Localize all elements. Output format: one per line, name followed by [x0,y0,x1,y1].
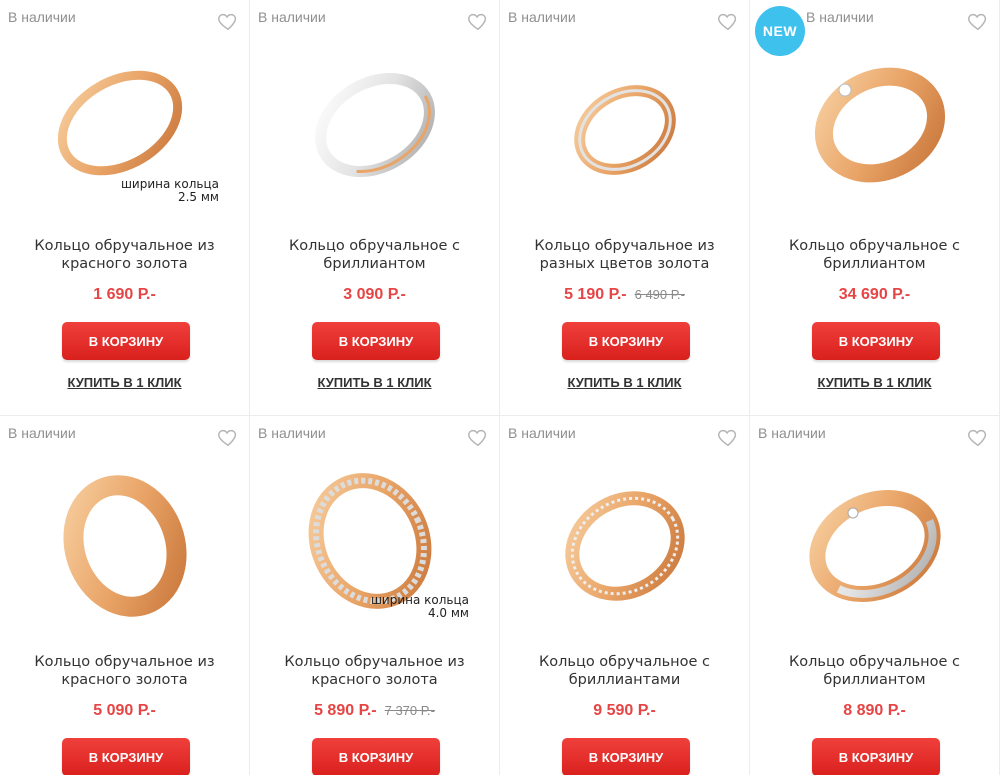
price-row: 5 890 Р.- 7 370 Р.- [250,702,499,720]
heart-icon[interactable] [717,10,739,32]
product-title-line[interactable]: Кольцо обручальное с [260,237,489,255]
price: 3 090 Р.- [343,286,406,303]
product-card[interactable]: В наличии Кольцо обручальное из разных ц… [500,0,750,416]
stock-status: В наличии [8,9,76,25]
add-to-cart-button[interactable]: В КОРЗИНУ [812,738,940,775]
add-to-cart-button[interactable]: В КОРЗИНУ [562,738,690,775]
product-title-line[interactable]: красного золота [10,255,239,273]
product-title-line[interactable]: бриллиантом [760,671,989,689]
product-title[interactable]: Кольцо обручальное из разных цветов золо… [510,237,739,273]
product-title[interactable]: Кольцо обручальное из красного золота [260,653,489,689]
add-to-cart-button[interactable]: В КОРЗИНУ [62,322,190,360]
heart-icon[interactable] [217,426,239,448]
price-row: 8 890 Р.- [750,702,999,720]
heart-icon[interactable] [467,10,489,32]
ring-width-value: 2.5 мм [177,190,219,204]
product-title-line[interactable]: Кольцо обручальное из [260,653,489,671]
product-card[interactable]: В наличии Кольцо обручальное с бриллиант… [250,0,500,416]
product-card[interactable]: В наличии Кольцо обручальное с бриллиант… [750,416,1000,775]
product-card[interactable]: В наличии ширина кольца 4.0 мм Кольцо об… [250,416,500,775]
old-price: 6 490 Р.- [634,287,685,302]
product-image[interactable] [270,40,480,220]
add-to-cart-button[interactable]: В КОРЗИНУ [812,322,940,360]
product-card[interactable]: В наличии ширина кольца 2.5 мм Кольцо об… [0,0,250,416]
buy-one-click-link[interactable]: КУПИТЬ В 1 КЛИК [0,375,249,390]
product-title[interactable]: Кольцо обручальное с бриллиантом [760,653,989,689]
product-title[interactable]: Кольцо обручальное с бриллиантом [760,237,989,273]
stock-status: В наличии [806,9,874,25]
price-row: 34 690 Р.- [750,286,999,304]
product-title-line[interactable]: бриллиантами [510,671,739,689]
price: 8 890 Р.- [843,702,906,719]
product-image[interactable] [770,456,980,636]
product-image[interactable] [770,40,980,220]
heart-icon[interactable] [967,10,989,32]
ring-width-note: ширина кольца 2.5 мм [121,178,219,204]
stock-status: В наличии [258,425,326,441]
product-title[interactable]: Кольцо обручальное с бриллиантом [260,237,489,273]
stock-status: В наличии [508,9,576,25]
buy-one-click-link[interactable]: КУПИТЬ В 1 КЛИК [250,375,499,390]
price: 5 090 Р.- [93,702,156,719]
old-price: 7 370 Р.- [384,703,435,718]
product-title[interactable]: Кольцо обручальное из красного золота [10,653,239,689]
product-title-line[interactable]: разных цветов золота [510,255,739,273]
heart-icon[interactable] [967,426,989,448]
stock-status: В наличии [508,425,576,441]
buy-one-click-link[interactable]: КУПИТЬ В 1 КЛИК [750,375,999,390]
stock-status: В наличии [8,425,76,441]
product-title-line[interactable]: Кольцо обручальное из [510,237,739,255]
product-title-line[interactable]: Кольцо обручальное с [510,653,739,671]
product-title-line[interactable]: красного золота [260,671,489,689]
add-to-cart-button[interactable]: В КОРЗИНУ [312,322,440,360]
price-row: 5 190 Р.- 6 490 Р.- [500,286,749,304]
ring-width-value: 4.0 мм [427,606,469,620]
product-title-line[interactable]: Кольцо обручальное с [760,653,989,671]
new-badge: NEW [755,6,805,56]
product-title-line[interactable]: бриллиантом [260,255,489,273]
product-title[interactable]: Кольцо обручальное с бриллиантами [510,653,739,689]
price-row: 9 590 Р.- [500,702,749,720]
price: 1 690 Р.- [93,286,156,303]
product-title-line[interactable]: Кольцо обручальное с [760,237,989,255]
product-card[interactable]: NEW В наличии Кольцо обручальное с брилли… [750,0,1000,416]
add-to-cart-button[interactable]: В КОРЗИНУ [562,322,690,360]
product-title-line[interactable]: Кольцо обручальное из [10,237,239,255]
price-row: 5 090 Р.- [0,702,249,720]
product-title-line[interactable]: бриллиантом [760,255,989,273]
product-card[interactable]: В наличии Кольцо обручальное из красного… [0,416,250,775]
price-row: 1 690 Р.- [0,286,249,304]
stock-status: В наличии [258,9,326,25]
product-image[interactable] [520,456,730,636]
price-row: 3 090 Р.- [250,286,499,304]
heart-icon[interactable] [467,426,489,448]
product-grid: В наличии ширина кольца 2.5 мм Кольцо об… [0,0,1000,775]
stock-status: В наличии [758,425,826,441]
product-title[interactable]: Кольцо обручальное из красного золота [10,237,239,273]
product-title-line[interactable]: Кольцо обручальное из [10,653,239,671]
product-image[interactable] [520,40,730,220]
product-image[interactable] [20,456,230,636]
price: 5 190 Р.- [564,286,627,303]
price: 34 690 Р.- [838,286,911,303]
product-card[interactable]: В наличии Кольцо обручальное с бриллиант… [500,416,750,775]
ring-width-note: ширина кольца 4.0 мм [371,594,469,620]
heart-icon[interactable] [217,10,239,32]
add-to-cart-button[interactable]: В КОРЗИНУ [62,738,190,775]
product-title-line[interactable]: красного золота [10,671,239,689]
price: 5 890 Р.- [314,702,377,719]
price: 9 590 Р.- [593,702,656,719]
add-to-cart-button[interactable]: В КОРЗИНУ [312,738,440,775]
buy-one-click-link[interactable]: КУПИТЬ В 1 КЛИК [500,375,749,390]
heart-icon[interactable] [717,426,739,448]
